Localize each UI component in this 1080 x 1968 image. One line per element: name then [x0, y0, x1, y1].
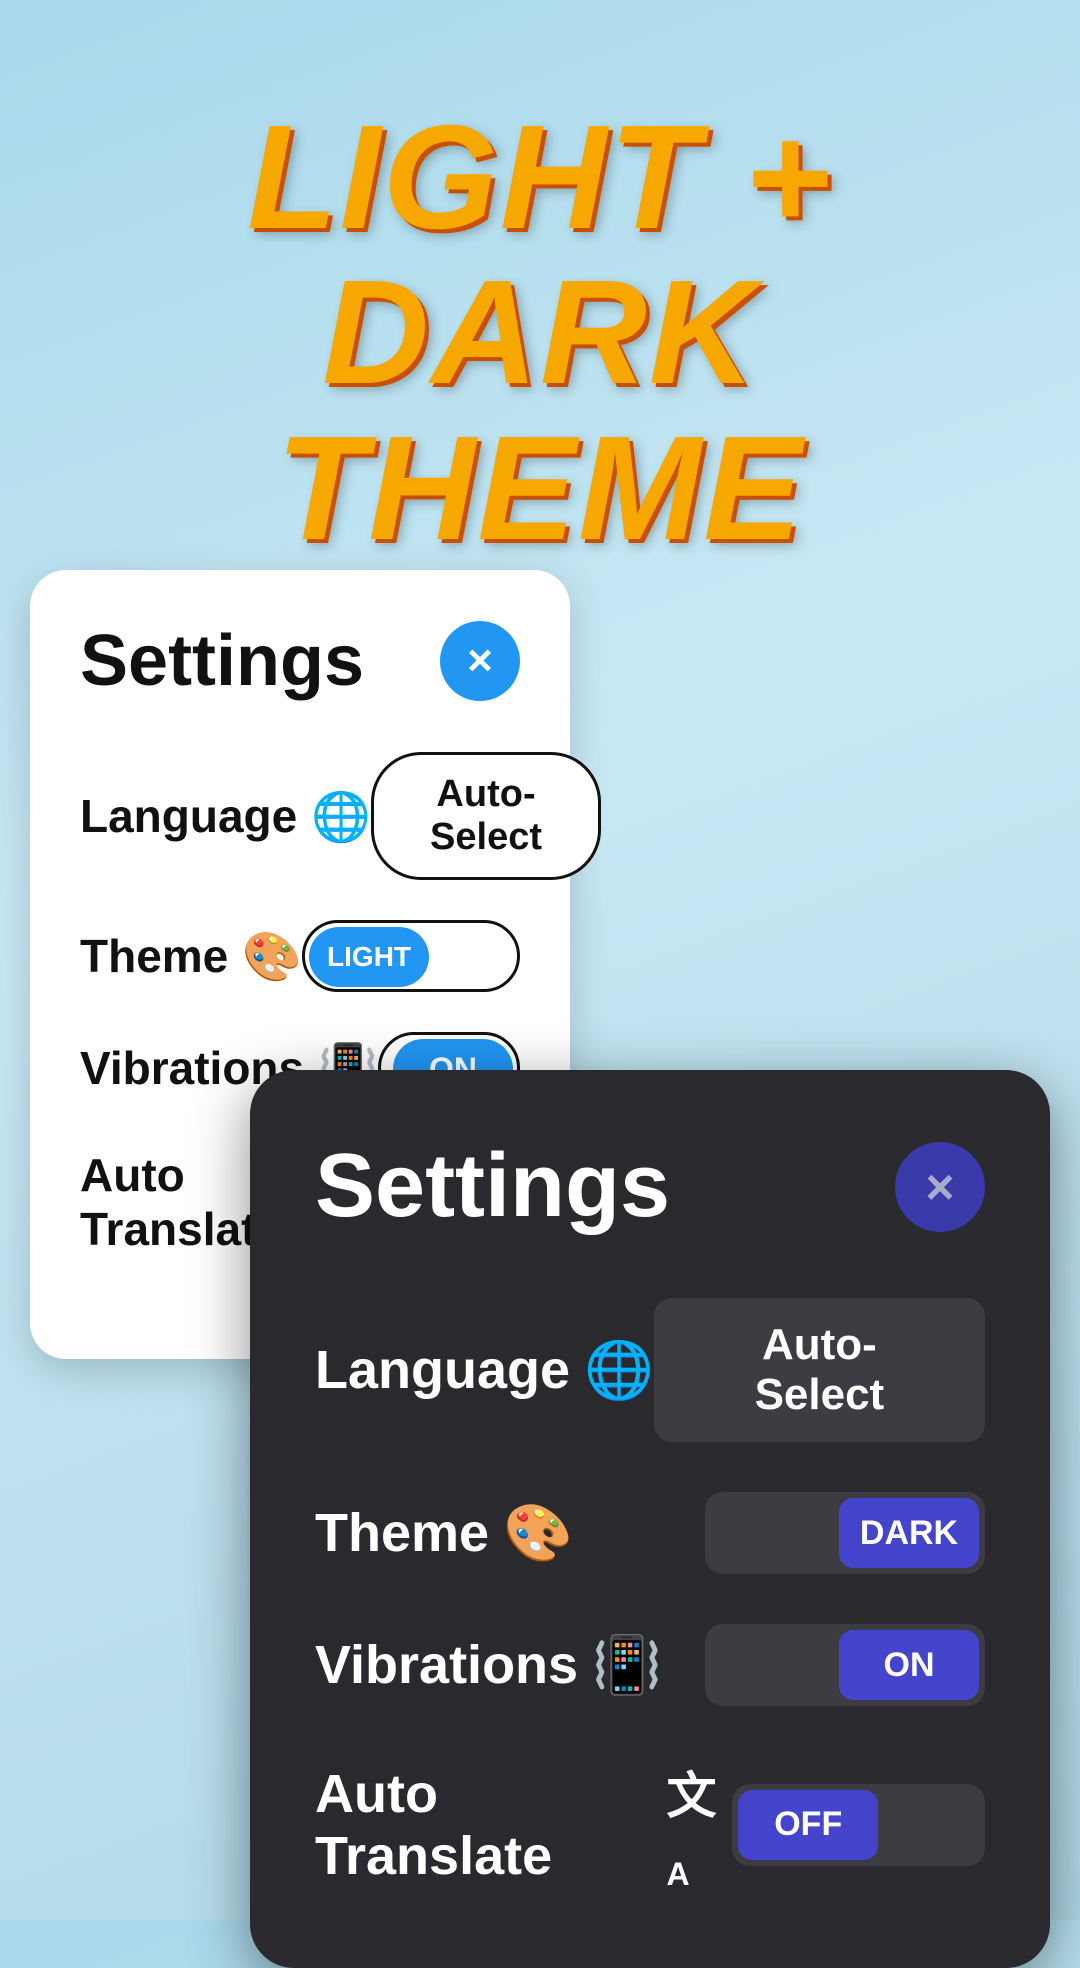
- vibrations-row-dark: Vibrations 📳 ON: [315, 1624, 985, 1706]
- theme-icon-light: 🎨: [242, 928, 302, 985]
- theme-toggle-knob-light: LIGHT: [309, 927, 429, 987]
- theme-text-light: Theme: [80, 929, 228, 983]
- close-icon-dark: ×: [925, 1162, 954, 1212]
- vibrations-text-dark: Vibrations: [315, 1634, 578, 1696]
- vibrations-toggle-dark[interactable]: ON: [705, 1624, 985, 1706]
- close-button-dark[interactable]: ×: [895, 1142, 985, 1232]
- language-label-light: Language 🌐: [80, 788, 371, 845]
- auto-translate-toggle-dark[interactable]: OFF: [732, 1784, 985, 1866]
- theme-text-dark: Theme: [315, 1502, 489, 1564]
- language-text-light: Language: [80, 789, 297, 843]
- panel-header-dark: Settings ×: [315, 1135, 985, 1238]
- language-row-dark: Language 🌐 Auto-Select: [315, 1298, 985, 1442]
- settings-panel-dark: Settings × Language 🌐 Auto-Select Theme …: [250, 1070, 1050, 1968]
- language-row-light: Language 🌐 Auto-Select: [80, 752, 520, 880]
- vibrations-toggle-knob-dark: ON: [839, 1630, 979, 1700]
- auto-translate-icon-dark: 文A: [666, 1756, 732, 1893]
- auto-translate-label-dark: Auto Translate 文A: [315, 1756, 732, 1893]
- hero-line2: theme: [276, 406, 804, 571]
- language-icon-dark: 🌐: [584, 1337, 654, 1403]
- auto-translate-toggle-knob-dark: OFF: [738, 1790, 878, 1860]
- theme-label-light: Theme 🎨: [80, 928, 302, 985]
- language-label-dark: Language 🌐: [315, 1337, 654, 1403]
- vibrations-label-dark: Vibrations 📳: [315, 1632, 662, 1698]
- auto-translate-row-dark: Auto Translate 文A OFF: [315, 1756, 985, 1893]
- language-button-dark[interactable]: Auto-Select: [654, 1298, 985, 1442]
- panel-title-dark: Settings: [315, 1135, 670, 1238]
- theme-label-dark: Theme 🎨: [315, 1500, 573, 1566]
- theme-toggle-light[interactable]: LIGHT: [302, 920, 520, 992]
- theme-row-light: Theme 🎨 LIGHT: [80, 920, 520, 992]
- auto-translate-text-dark: Auto Translate: [315, 1763, 652, 1887]
- language-button-light[interactable]: Auto-Select: [371, 752, 601, 880]
- theme-icon-dark: 🎨: [503, 1500, 573, 1566]
- theme-row-dark: Theme 🎨 DARK: [315, 1492, 985, 1574]
- close-button-light[interactable]: ×: [440, 621, 520, 701]
- vibrations-icon-dark: 📳: [592, 1632, 662, 1698]
- theme-toggle-knob-dark: DARK: [839, 1498, 979, 1568]
- hero-title: Light + dark theme: [0, 100, 1080, 566]
- language-text-dark: Language: [315, 1339, 570, 1401]
- theme-toggle-dark[interactable]: DARK: [705, 1492, 985, 1574]
- language-icon-light: 🌐: [311, 788, 371, 845]
- panel-header-light: Settings ×: [80, 620, 520, 702]
- hero-line1: Light + dark: [247, 95, 832, 415]
- panel-title-light: Settings: [80, 620, 364, 702]
- close-icon-light: ×: [467, 639, 493, 683]
